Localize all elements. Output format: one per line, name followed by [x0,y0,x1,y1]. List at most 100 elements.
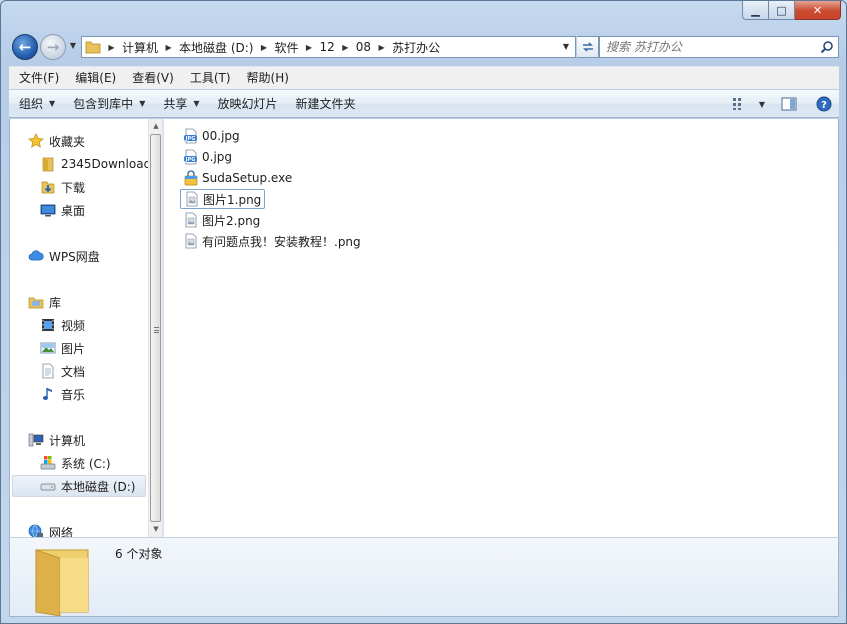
menu-view[interactable]: 查看(V) [124,68,182,89]
desktop-icon [40,204,56,217]
scroll-down-arrow[interactable]: ▼ [149,522,163,536]
nav-item-drive-d[interactable]: 本地磁盘 (D:) [12,475,146,497]
scrollbar-thumb[interactable] [150,134,161,522]
menu-edit[interactable]: 编辑(E) [67,68,124,89]
caret-down-icon: ▼ [49,98,56,108]
menu-bar: 文件(F) 编辑(E) 查看(V) 工具(T) 帮助(H) [9,66,839,89]
svg-text:JPG: JPG [185,157,196,163]
breadcrumb-computer[interactable]: 计算机 [119,39,161,56]
search-box[interactable] [599,36,839,58]
nav-computer-label: 计算机 [49,433,86,448]
details-pane: 6 个对象 [9,537,839,617]
nav-favorites[interactable]: 收藏夹 [28,130,85,152]
new-folder-label: 新建文件夹 [295,96,356,111]
view-controls: ▼ ? [725,90,839,118]
change-view-button[interactable] [725,90,755,118]
view-options-dropdown[interactable]: ▼ [755,90,769,118]
include-in-library-label: 包含到库中 [73,96,134,111]
file-item-0-jpg[interactable]: JPG 0.jpg [180,147,235,167]
jpg-icon: JPG [184,149,197,165]
item-count: 6 个对象 [115,547,163,561]
include-in-library-button[interactable]: 包含到库中 ▼ [63,90,153,118]
scroll-up-arrow[interactable]: ▲ [149,119,163,133]
svg-text:JPG: JPG [185,136,196,142]
nav-item-label: 下载 [61,180,86,195]
breadcrumb-current[interactable]: 苏打办公 [389,39,443,56]
preview-pane-button[interactable] [769,90,809,118]
caret-down-icon: ▼ [193,98,200,108]
refresh-icon [582,42,593,52]
nav-libraries-label: 库 [49,295,62,310]
chevron-right-icon[interactable]: ▶ [374,43,389,52]
nav-item-label: 桌面 [61,203,86,218]
nav-item-label: 本地磁盘 (D:) [61,479,136,494]
system-drive-icon [40,456,56,470]
nav-item-music[interactable]: 音乐 [40,383,85,405]
computer-icon [28,433,44,447]
refresh-button[interactable] [577,36,599,58]
nav-network-label: 网络 [49,525,74,538]
nav-wps-cloud[interactable]: WPS网盘 [28,245,100,267]
breadcrumb-08[interactable]: 08 [353,40,374,54]
recent-pages-dropdown[interactable]: ▼ [67,41,79,53]
nav-item-desktop[interactable]: 桌面 [40,199,85,221]
chevron-right-icon[interactable]: ▶ [161,43,176,52]
pictures-icon [40,342,56,354]
file-name: 00.jpg [202,129,240,143]
nav-item-downloads[interactable]: 下载 [40,176,85,198]
close-button[interactable]: ✕ [795,1,841,20]
png-icon [185,233,197,249]
slideshow-button[interactable]: 放映幻灯片 [208,90,286,118]
back-button[interactable]: ← [12,34,38,60]
video-icon [42,319,54,331]
organize-button[interactable]: 组织 ▼ [9,90,63,118]
breadcrumb-software[interactable]: 软件 [271,39,301,56]
folder-icon [42,157,54,172]
forward-button[interactable]: → [40,34,66,60]
title-bar: ▁ □ ✕ [1,1,847,31]
nav-network[interactable]: 网络 [28,521,73,537]
nav-item-2345downloads[interactable]: 2345Downloads [40,153,148,175]
nav-libraries[interactable]: 库 [28,291,61,313]
nav-item-documents[interactable]: 文档 [40,360,85,382]
file-item-picture2-png[interactable]: 图片2.png [180,210,263,230]
chevron-right-icon[interactable]: ▶ [302,43,317,52]
menu-file[interactable]: 文件(F) [11,68,67,89]
music-note-icon [43,388,52,400]
chevron-right-icon[interactable]: ▶ [104,43,119,52]
maximize-button[interactable]: □ [769,1,795,20]
help-button[interactable]: ? [809,90,839,118]
menu-tools[interactable]: 工具(T) [182,68,239,89]
chevron-right-icon[interactable]: ▶ [256,43,271,52]
breadcrumb-drive-d[interactable]: 本地磁盘 (D:) [176,39,256,56]
file-list[interactable]: JPG 00.jpg JPG 0.jpg SudaSetup.exe 图片1.p… [164,119,838,537]
nav-item-label: 视频 [61,318,86,333]
minimize-button[interactable]: ▁ [742,1,769,20]
file-name: 0.jpg [202,150,233,164]
navigation-pane[interactable]: 收藏夹 2345Downloads 下载 桌面 WPS网盘 库 视频 图片 文档… [10,119,148,537]
search-input[interactable] [606,39,811,55]
navigation-row: ← → ▼ ▶ 计算机 ▶ 本地磁盘 (D:) ▶ 软件 ▶ 12 ▶ 08 ▶… [9,33,839,61]
address-bar[interactable]: ▶ 计算机 ▶ 本地磁盘 (D:) ▶ 软件 ▶ 12 ▶ 08 ▶ 苏打办公 … [81,36,576,58]
jpg-icon: JPG [184,128,197,144]
share-button[interactable]: 共享 ▼ [153,90,207,118]
file-item-help-tutorial-png[interactable]: 有问题点我！安装教程！.png [180,231,364,251]
file-name: SudaSetup.exe [202,171,293,185]
file-item-picture1-png[interactable]: 图片1.png [180,189,266,209]
nav-item-pictures[interactable]: 图片 [40,337,85,359]
new-folder-button[interactable]: 新建文件夹 [286,90,364,118]
menu-help[interactable]: 帮助(H) [239,68,297,89]
search-icon[interactable] [820,40,834,54]
navigation-scrollbar[interactable]: ▲ ▼ [148,119,162,537]
file-item-00-jpg[interactable]: JPG 00.jpg [180,126,243,146]
file-item-sudasetup-exe[interactable]: SudaSetup.exe [180,168,295,188]
content-area: 收藏夹 2345Downloads 下载 桌面 WPS网盘 库 视频 图片 文档… [9,119,839,537]
breadcrumb-12[interactable]: 12 [317,40,338,54]
chevron-right-icon[interactable]: ▶ [338,43,353,52]
nav-item-drive-c[interactable]: 系统 (C:) [40,452,111,474]
nav-item-videos[interactable]: 视频 [40,314,85,336]
nav-computer[interactable]: 计算机 [28,429,85,451]
address-history-dropdown[interactable]: ▼ [559,40,573,54]
file-name: 图片2.png [202,213,261,228]
explorer-window: ▁ □ ✕ ← → ▼ ▶ 计算机 ▶ 本地磁盘 (D:) ▶ 软件 ▶ 12 … [0,0,847,624]
